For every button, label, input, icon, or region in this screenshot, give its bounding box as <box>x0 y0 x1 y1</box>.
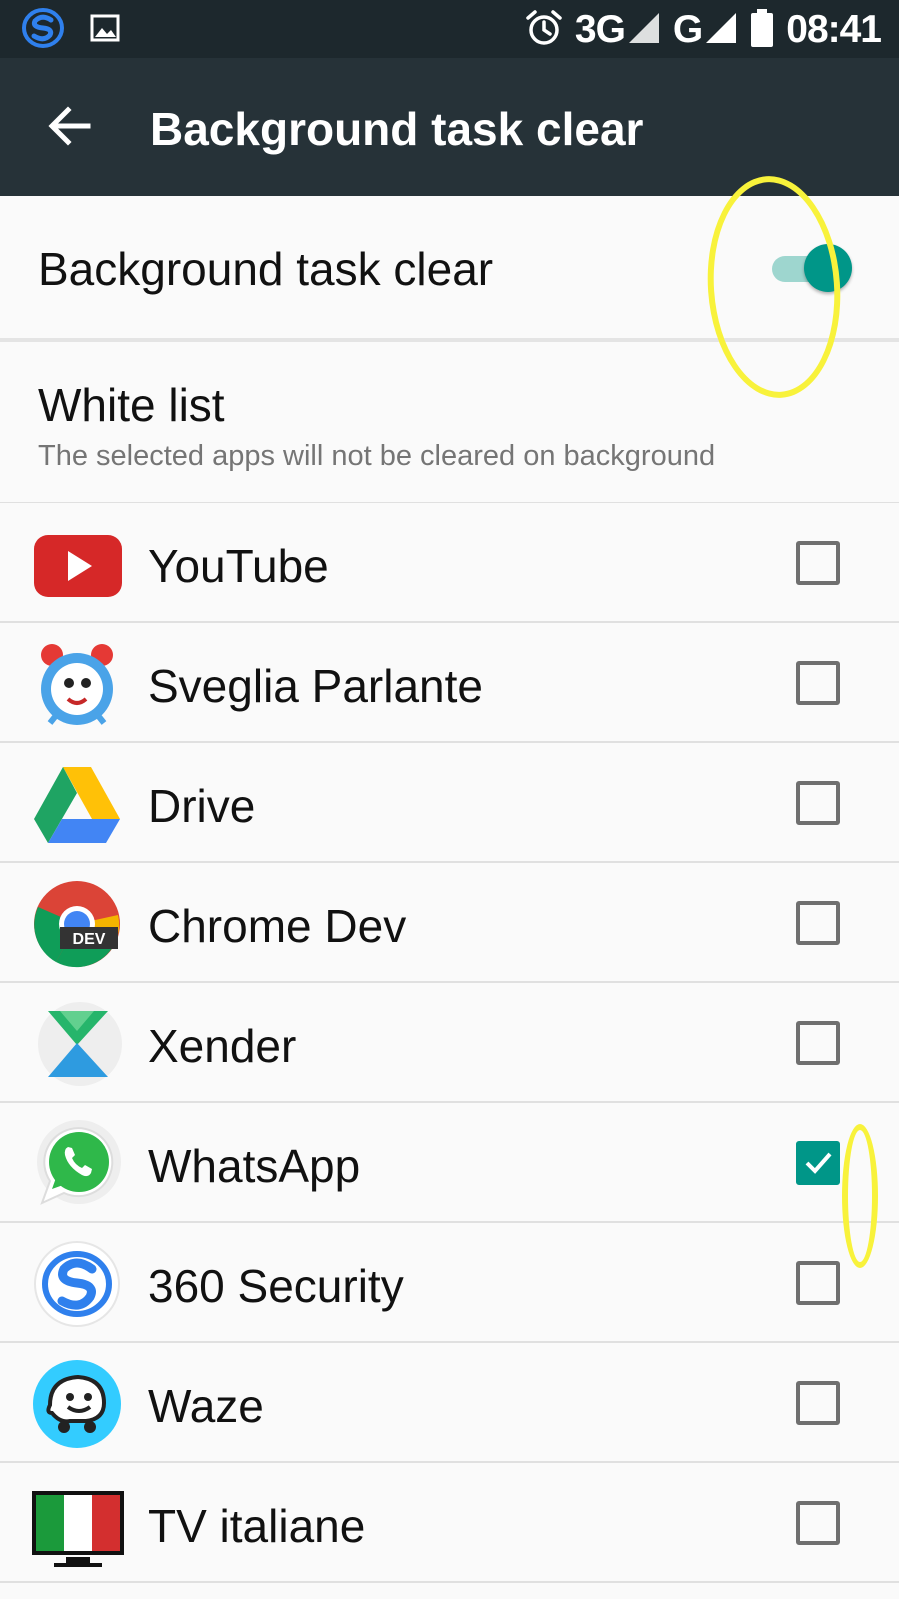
360-security-icon <box>22 8 64 53</box>
list-item-tv-italiane[interactable]: TV italiane <box>0 1463 899 1583</box>
toggle-label: Background task clear <box>38 243 494 295</box>
app-name: Waze <box>148 1380 264 1432</box>
whitelist-checkbox[interactable] <box>796 1141 840 1185</box>
app-name: Xender <box>148 1020 297 1072</box>
app-name: Sveglia Parlante <box>148 660 483 712</box>
whitelist-checkbox[interactable] <box>796 661 840 705</box>
whitelist-checkbox[interactable] <box>796 1261 840 1305</box>
whitelist-checkbox[interactable] <box>796 541 840 585</box>
list-item-drive[interactable]: Drive <box>0 743 899 863</box>
app-bar: Background task clear <box>0 58 899 196</box>
xender-icon <box>30 997 124 1091</box>
image-icon <box>90 13 120 48</box>
app-name: WhatsApp <box>148 1140 361 1192</box>
list-item-xender[interactable]: Xender <box>0 983 899 1103</box>
page-title: Background task clear <box>150 103 644 155</box>
list-item-chrome-dev[interactable]: DEV Chrome Dev <box>0 863 899 983</box>
arrow-left-icon[interactable] <box>46 102 94 150</box>
list-item-360-security[interactable]: 360 Security <box>0 1223 899 1343</box>
white-list-title: White list <box>38 379 225 431</box>
chrome-dev-badge: DEV <box>73 931 106 948</box>
battery-icon <box>750 8 774 52</box>
app-list: YouTube Sveglia Parlante Drive DEV Chrom… <box>0 503 899 1583</box>
list-item-youtube[interactable]: YouTube <box>0 503 899 623</box>
whitelist-checkbox[interactable] <box>796 1021 840 1065</box>
app-name: Chrome Dev <box>148 900 407 952</box>
drive-icon <box>30 757 124 851</box>
white-list-subtitle: The selected apps will not be cleared on… <box>38 440 716 472</box>
360-security-icon <box>30 1237 124 1331</box>
waze-icon <box>30 1357 124 1451</box>
network-type-1: 3G <box>574 8 626 51</box>
app-name: Drive <box>148 780 256 832</box>
clock: 08:41 <box>786 8 882 51</box>
whitelist-checkbox[interactable] <box>796 901 840 945</box>
whitelist-checkbox[interactable] <box>796 781 840 825</box>
list-item-waze[interactable]: Waze <box>0 1343 899 1463</box>
alarm-icon <box>525 9 563 52</box>
italian-flag-tv-icon <box>30 1477 124 1571</box>
alarm-clock-icon <box>30 637 124 731</box>
whatsapp-icon <box>30 1117 124 1211</box>
youtube-icon <box>30 517 124 611</box>
app-name: YouTube <box>148 540 329 592</box>
whitelist-checkbox[interactable] <box>796 1381 840 1425</box>
annotation-circle <box>842 1124 878 1268</box>
network-type-2: G <box>672 8 703 51</box>
chrome-dev-icon: DEV <box>30 877 124 971</box>
signal-icon <box>627 11 661 50</box>
signal-icon <box>704 11 738 50</box>
status-bar: 3G G 08:41 <box>0 0 899 58</box>
app-name: TV italiane <box>148 1500 366 1552</box>
list-item-sveglia-parlante[interactable]: Sveglia Parlante <box>0 623 899 743</box>
list-item-whatsapp[interactable]: WhatsApp <box>0 1103 899 1223</box>
whitelist-checkbox[interactable] <box>796 1501 840 1545</box>
app-name: 360 Security <box>148 1260 404 1312</box>
